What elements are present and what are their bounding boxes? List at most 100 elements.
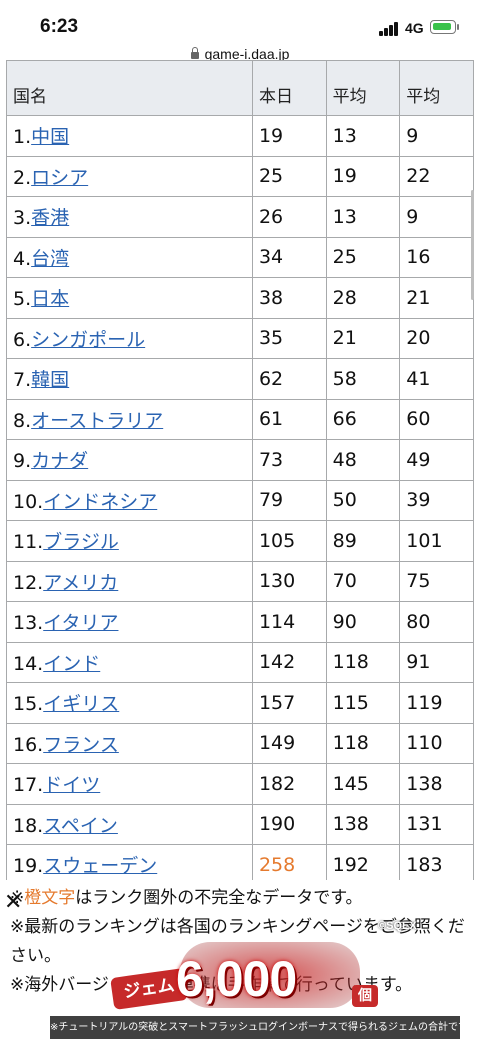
average-value: 19 (325, 155, 401, 197)
average-value-2: 80 (399, 601, 474, 643)
country-link[interactable]: フランス (43, 734, 119, 756)
country-link[interactable]: 香港 (31, 207, 69, 229)
scrollbar[interactable] (471, 190, 474, 300)
network-type: 4G (405, 20, 424, 36)
average-value-2: 101 (399, 520, 474, 562)
today-value: 38 (251, 277, 327, 319)
today-value: 182 (251, 763, 327, 805)
country-link[interactable]: 韓国 (31, 369, 69, 391)
average-value-2: 138 (399, 763, 474, 805)
average-value-2: 183 (399, 844, 474, 880)
table-row: 10.インドネシア 79 50 39 (6, 479, 474, 521)
rank-number: 12. (13, 571, 44, 594)
country-cell: 9.カナダ (6, 439, 253, 481)
country-link[interactable]: スペイン (43, 815, 118, 837)
country-cell: 14.インド (6, 641, 253, 683)
country-link[interactable]: インド (43, 653, 100, 675)
table-row: 7.韓国 62 58 41 (6, 358, 474, 400)
rank-number: 19. (13, 855, 44, 878)
country-link[interactable]: 中国 (31, 126, 69, 148)
average-value: 118 (325, 722, 401, 764)
ranking-table-container[interactable]: 国名 本日 平均 平均 1.中国 19 13 9 2.ロシア 25 19 22 3.香港 26 13… (6, 60, 474, 880)
header-today: 本日 (251, 60, 327, 116)
status-bar: 6:23 4G (0, 0, 480, 46)
rank-number: 7. (13, 369, 32, 392)
today-value: 157 (251, 682, 327, 724)
country-cell: 12.アメリカ (6, 560, 253, 602)
average-value: 70 (325, 560, 401, 602)
table-row: 11.ブラジル 105 89 101 (6, 520, 474, 562)
average-value-2: 131 (399, 803, 474, 845)
country-link[interactable]: 日本 (31, 288, 69, 310)
today-value: 19 (251, 115, 327, 157)
today-value: 34 (251, 236, 327, 278)
average-value-2: 20 (399, 317, 474, 359)
country-link[interactable]: ロシア (31, 167, 88, 189)
average-value: 115 (325, 682, 401, 724)
average-value-2: 41 (399, 358, 474, 400)
country-link[interactable]: カナダ (31, 450, 88, 472)
country-link[interactable]: イギリス (43, 693, 119, 715)
today-value: 105 (251, 520, 327, 562)
country-cell: 3.香港 (6, 196, 253, 238)
average-value-2: 22 (399, 155, 474, 197)
note-1: ※橙文字はランク圏外の不完全なデータです。 (10, 884, 475, 913)
note-1-rest: はランク圏外の不完全なデータです。 (75, 888, 363, 908)
country-link[interactable]: アメリカ (43, 572, 118, 594)
country-link[interactable]: インドネシア (43, 491, 157, 513)
ad-unit: 個 (352, 985, 378, 1007)
country-cell: 11.ブラジル (6, 520, 253, 562)
country-cell: 7.韓国 (6, 358, 253, 400)
battery-tip (457, 24, 459, 30)
rank-number: 17. (13, 774, 44, 797)
country-link[interactable]: 台湾 (31, 248, 69, 270)
average-value-2: 49 (399, 439, 474, 481)
country-cell: 18.スペイン (6, 803, 253, 845)
average-value: 50 (325, 479, 401, 521)
rank-number: 1. (13, 126, 32, 149)
rank-number: 9. (13, 450, 32, 473)
table-row: 3.香港 26 13 9 (6, 196, 474, 238)
note-1-orange-text: 橙文字 (24, 888, 76, 908)
ad-close-icon[interactable]: ✕ (4, 890, 22, 915)
average-value: 145 (325, 763, 401, 805)
country-link[interactable]: オーストラリア (31, 410, 163, 432)
country-link[interactable]: シンガポール (31, 329, 145, 351)
status-time: 6:23 (40, 16, 79, 37)
country-link[interactable]: スウェーデン (43, 855, 157, 877)
today-value: 149 (251, 722, 327, 764)
table-row: 12.アメリカ 130 70 75 (6, 560, 474, 602)
average-value: 89 (325, 520, 401, 562)
rank-number: 8. (13, 409, 32, 432)
average-value-2: 9 (399, 196, 474, 238)
table-row: 8.オーストラリア 61 66 60 (6, 398, 474, 440)
average-value: 66 (325, 398, 401, 440)
average-value-2: 75 (399, 560, 474, 602)
today-value: 258 (251, 844, 327, 880)
today-value: 61 (251, 398, 327, 440)
rank-number: 10. (13, 490, 44, 513)
country-cell: 2.ロシア (6, 155, 253, 197)
today-value: 73 (251, 439, 327, 481)
average-value-2: 60 (399, 398, 474, 440)
country-link[interactable]: ドイツ (43, 774, 100, 796)
country-cell: 17.ドイツ (6, 763, 253, 805)
average-value-2: 91 (399, 641, 474, 683)
country-cell: 16.フランス (6, 722, 253, 764)
table-row: 6.シンガポール 35 21 20 (6, 317, 474, 359)
today-value: 26 (251, 196, 327, 238)
average-value-2: 110 (399, 722, 474, 764)
average-value-2: 119 (399, 682, 474, 724)
table-row: 16.フランス 149 118 110 (6, 722, 474, 764)
average-value: 13 (325, 196, 401, 238)
average-value: 138 (325, 803, 401, 845)
table-row: 15.イギリス 157 115 119 (6, 682, 474, 724)
rank-number: 6. (13, 328, 32, 351)
header-average-2: 平均 (399, 60, 474, 116)
country-link[interactable]: イタリア (43, 612, 118, 634)
table-row: 5.日本 38 28 21 (6, 277, 474, 319)
country-link[interactable]: ブラジル (43, 531, 119, 553)
ad-copyright: ©SQEX (378, 920, 417, 932)
country-cell: 13.イタリア (6, 601, 253, 643)
country-cell: 1.中国 (6, 115, 253, 157)
